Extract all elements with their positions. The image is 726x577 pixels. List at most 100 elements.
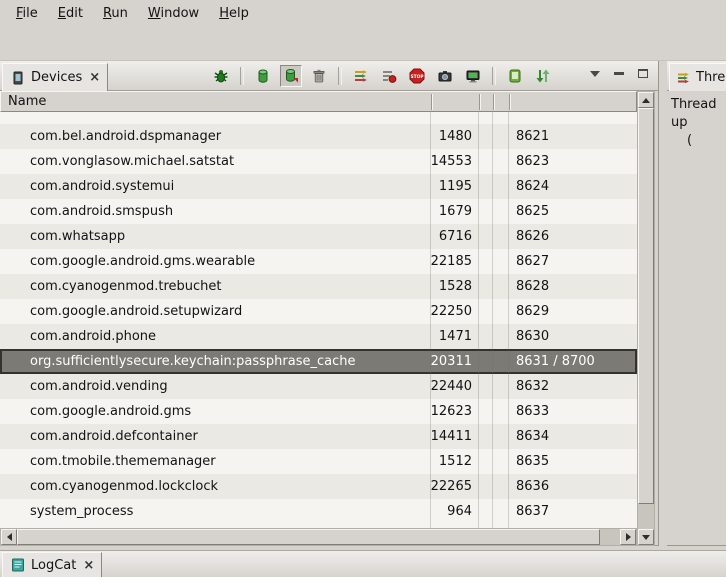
table-row[interactable]: com.android.phone14718630: [0, 324, 637, 349]
toolbar-separator: [240, 67, 244, 85]
panel-sash[interactable]: [659, 61, 667, 546]
row-port: 8626: [508, 224, 637, 249]
row-process-name: com.android.vending: [0, 374, 430, 399]
toolbar-separator: [492, 67, 496, 85]
row-process-name: org.sufficientlysecure.keychain:passphra…: [0, 349, 430, 374]
column-divider[interactable]: [493, 94, 494, 110]
scroll-down-icon[interactable]: [638, 529, 654, 545]
close-icon[interactable]: ×: [89, 70, 100, 85]
table-row[interactable]: com.vonglasow.michael.satstat145538623: [0, 149, 637, 174]
table-row[interactable]: org.sufficientlysecure.keychain:passphra…: [0, 349, 637, 374]
row-process-name: com.google.android.gms.wearable: [0, 249, 430, 274]
view-controls: [588, 67, 650, 80]
table-header-name[interactable]: Name: [0, 91, 637, 112]
row-process-name: com.google.android.setupwizard: [0, 299, 430, 324]
vertical-scroll-thumb[interactable]: [638, 108, 654, 504]
row-pid: 22265: [430, 474, 478, 499]
row-port: 8623: [508, 149, 637, 174]
view-menu-icon[interactable]: [588, 67, 602, 80]
menu-help[interactable]: Help: [209, 3, 259, 24]
table-rows: com.bel.android.dspmanager14808621com.vo…: [0, 124, 637, 524]
minimize-icon[interactable]: [612, 67, 626, 80]
hierarchy-view-icon[interactable]: [532, 65, 554, 87]
threads-tabbar: Threads: [667, 61, 726, 91]
tab-devices[interactable]: Devices ×: [2, 63, 108, 91]
dump-hprof-icon[interactable]: [280, 65, 302, 87]
row-port: 8621: [508, 124, 637, 149]
table-row[interactable]: com.android.defcontainer144118634: [0, 424, 637, 449]
menu-run[interactable]: Run: [93, 3, 138, 24]
column-divider[interactable]: [509, 94, 510, 110]
table-row[interactable]: com.tmobile.thememanager15128635: [0, 449, 637, 474]
scroll-right-icon[interactable]: [620, 529, 636, 545]
table-row[interactable]: com.cyanogenmod.trebuchet15288628: [0, 274, 637, 299]
row-pid: 22250: [430, 299, 478, 324]
main-toolbar: [0, 27, 726, 61]
row-empty-cell: [492, 499, 508, 524]
tab-threads[interactable]: Threads: [669, 63, 726, 91]
menu-file[interactable]: File: [6, 3, 48, 24]
tab-devices-label: Devices: [31, 70, 82, 85]
screen-record-icon[interactable]: [462, 65, 484, 87]
horizontal-scroll-thumb[interactable]: [17, 529, 600, 545]
devices-toolbar: STOP: [210, 64, 554, 88]
row-port: 8637: [508, 499, 637, 524]
table-row[interactable]: com.google.android.gms126238633: [0, 399, 637, 424]
row-empty-cell: [492, 374, 508, 399]
row-port: 8625: [508, 199, 637, 224]
row-empty-cell: [478, 249, 492, 274]
row-empty-cell: [492, 199, 508, 224]
ui-automator-icon[interactable]: [504, 65, 526, 87]
table-row[interactable]: com.android.smspush16798625: [0, 199, 637, 224]
table-row[interactable]: com.android.systemui11958624: [0, 174, 637, 199]
scroll-up-icon[interactable]: [638, 92, 654, 108]
table-row[interactable]: com.bel.android.dspmanager14808621: [0, 124, 637, 149]
menu-window[interactable]: Window: [138, 3, 209, 24]
stop-icon-label: STOP: [410, 74, 424, 80]
stop-process-icon[interactable]: STOP: [406, 65, 428, 87]
row-pid: 1195: [430, 174, 478, 199]
scroll-left-icon[interactable]: [1, 529, 17, 545]
table-row[interactable]: com.cyanogenmod.lockclock222658636: [0, 474, 637, 499]
row-empty-cell: [492, 274, 508, 299]
row-empty-cell: [492, 174, 508, 199]
row-empty-cell: [492, 224, 508, 249]
row-empty-cell: [478, 324, 492, 349]
row-process-name: com.android.systemui: [0, 174, 430, 199]
vertical-scrollbar[interactable]: [637, 91, 655, 546]
row-empty-cell: [492, 424, 508, 449]
row-empty-cell: [492, 349, 508, 374]
row-port: 8628: [508, 274, 637, 299]
table-row[interactable]: com.google.android.gms.wearable221858627: [0, 249, 637, 274]
threads-icon: [677, 71, 691, 85]
process-table: com.bel.android.dspmanager14808621com.vo…: [0, 112, 637, 528]
column-header-label: Name: [8, 94, 46, 109]
menu-edit[interactable]: Edit: [48, 3, 93, 24]
table-row[interactable]: com.google.android.setupwizard222508629: [0, 299, 637, 324]
threads-message-line: (: [671, 132, 722, 150]
row-empty-cell: [478, 199, 492, 224]
screen-capture-icon[interactable]: [434, 65, 456, 87]
column-divider[interactable]: [431, 94, 432, 110]
cause-gc-icon[interactable]: [308, 65, 330, 87]
tab-logcat[interactable]: LogCat ×: [2, 552, 102, 577]
row-empty-cell: [492, 324, 508, 349]
tab-threads-label: Threads: [696, 70, 726, 85]
maximize-icon[interactable]: [636, 67, 650, 80]
update-heap-icon[interactable]: [252, 65, 274, 87]
table-row[interactable]: com.android.vending224408632: [0, 374, 637, 399]
column-divider[interactable]: [479, 94, 480, 110]
table-row[interactable]: system_process9648637: [0, 499, 637, 524]
method-profiling-icon[interactable]: [378, 65, 400, 87]
table-row[interactable]: com.whatsapp67168626: [0, 224, 637, 249]
logcat-bar: LogCat ×: [0, 550, 726, 577]
row-pid: 964: [430, 499, 478, 524]
row-pid: 1512: [430, 449, 478, 474]
horizontal-scrollbar[interactable]: [0, 528, 637, 546]
close-icon[interactable]: ×: [83, 558, 94, 573]
row-empty-cell: [492, 149, 508, 174]
row-pid: 1679: [430, 199, 478, 224]
debug-icon[interactable]: [210, 65, 232, 87]
row-empty-cell: [478, 174, 492, 199]
update-threads-icon[interactable]: [350, 65, 372, 87]
